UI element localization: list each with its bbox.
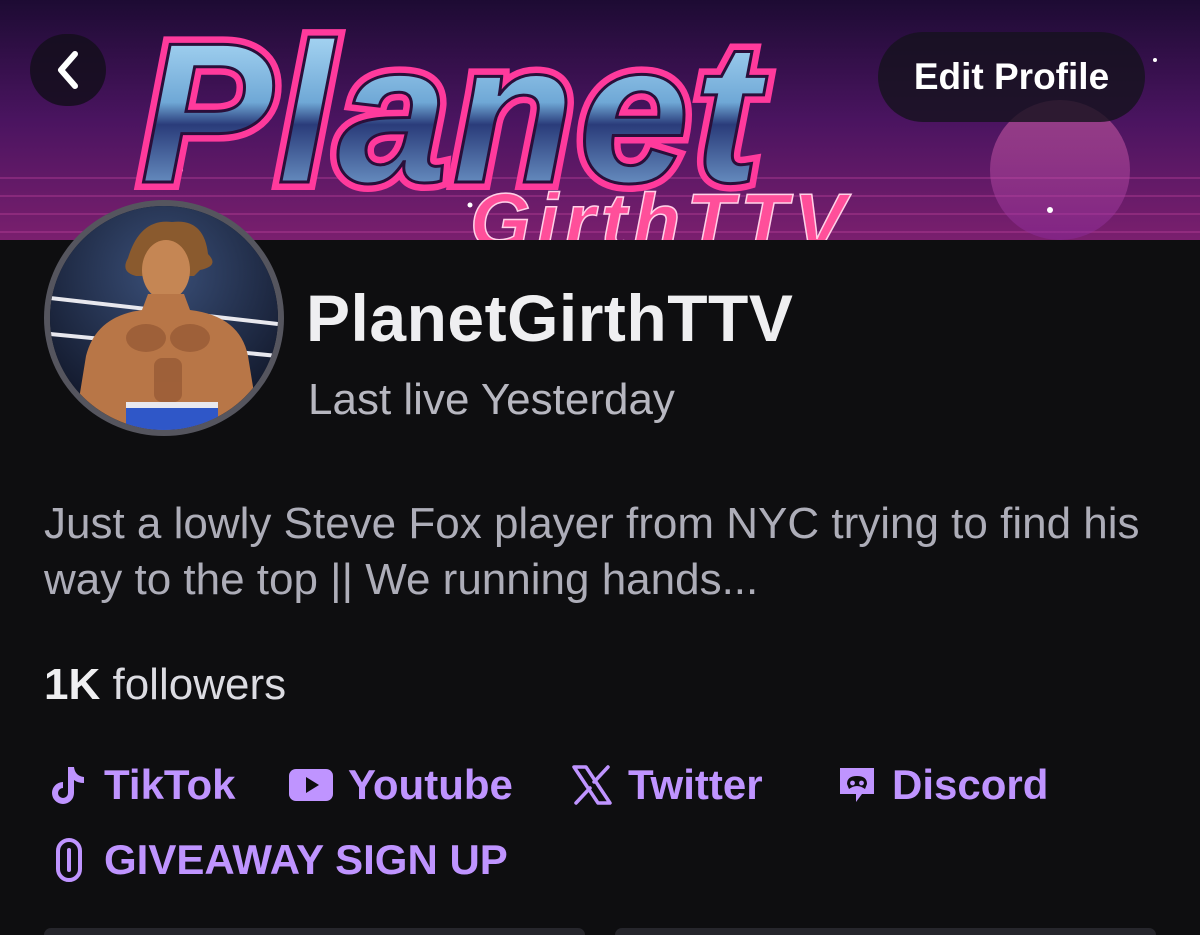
preview-card (615, 928, 1156, 935)
link-label: Youtube (348, 761, 513, 808)
link-label: GIVEAWAY SIGN UP (104, 836, 508, 883)
avatar-image (50, 206, 278, 430)
chevron-left-icon (58, 51, 78, 89)
edit-profile-button[interactable]: Edit Profile (878, 32, 1145, 122)
channel-name: PlanetGirthTTV (306, 281, 794, 355)
boxer-portrait-image (50, 206, 278, 430)
youtube-icon (289, 769, 333, 801)
link-tiktok[interactable]: TikTok (48, 758, 235, 812)
avatar[interactable] (44, 200, 284, 436)
next-section-preview (44, 928, 1156, 935)
link-giveaway-sign-up[interactable]: GIVEAWAY SIGN UP (50, 833, 508, 887)
svg-text:GirthTTV: GirthTTV (470, 177, 852, 240)
x-twitter-icon (572, 765, 612, 805)
link-youtube[interactable]: Youtube (288, 758, 513, 812)
tiktok-icon (52, 767, 84, 804)
link-label: TikTok (104, 761, 236, 808)
discord-icon (840, 768, 874, 802)
link-label: Discord (892, 761, 1049, 808)
last-live-status: Last live Yesterday (308, 375, 675, 424)
followers-count[interactable]: 1K followers (44, 656, 286, 714)
link-icon (56, 838, 82, 882)
preview-card (44, 928, 585, 935)
channel-bio: Just a lowly Steve Fox player from NYC t… (44, 499, 1140, 604)
link-twitter[interactable]: Twitter (570, 758, 763, 812)
link-discord[interactable]: Discord (836, 758, 1048, 812)
followers-label: followers (100, 660, 287, 709)
link-label: Twitter (628, 761, 763, 808)
followers-number: 1K (44, 660, 101, 709)
back-button[interactable] (30, 34, 106, 106)
